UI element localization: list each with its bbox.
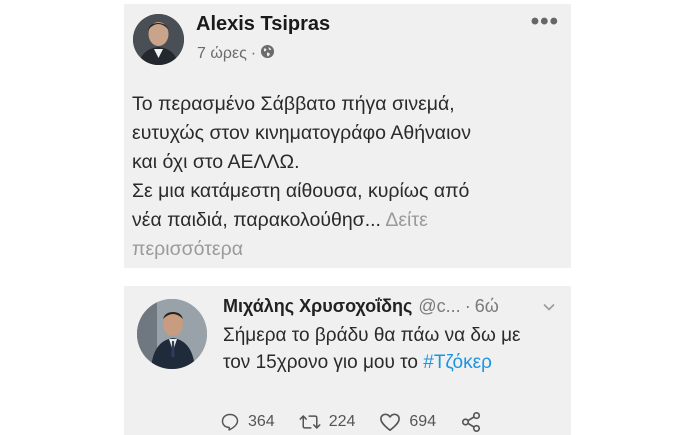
tweet-author-handle[interactable]: @c...: [418, 296, 460, 317]
retweet-icon: [299, 412, 321, 432]
tweet-card: Μιχάλης Χρυσοχοΐδης @c... · 6ώ Σήμερα το…: [124, 286, 571, 435]
post-body-line: ευτυχώς στον κινηματογράφο Αθήναιον: [132, 122, 472, 144]
tweet-time[interactable]: 6ώ: [475, 296, 499, 317]
reply-button[interactable]: 364: [220, 412, 275, 432]
reply-count: 364: [248, 413, 275, 430]
post-body-line: και όχι στο ΑΕΛΛΩ.: [132, 151, 300, 173]
retweet-button[interactable]: 224: [299, 412, 356, 432]
share-icon: [460, 411, 482, 433]
post-meta: 7 ώρες ·: [197, 44, 275, 64]
like-count: 694: [409, 413, 437, 430]
post-author-name[interactable]: Alexis Tsipras: [196, 13, 330, 36]
tweet-text: Σήμερα το βράδυ θα πάω να δω με τον 15χρ…: [223, 322, 563, 376]
heart-icon: [379, 412, 401, 432]
author-avatar[interactable]: [133, 14, 184, 65]
post-body-line-last: νέα παιδιά, παρακολούθησ... Δείτε: [132, 206, 562, 235]
reply-icon: [220, 412, 240, 432]
tweet-actions: 364 224 694: [220, 411, 506, 433]
tweet-separator: ·: [464, 296, 471, 316]
tweet-author-name[interactable]: Μιχάλης Χρυσοχοΐδης: [223, 296, 412, 317]
post-body-text: νέα παιδιά, παρακολούθησ...: [132, 209, 381, 231]
globe-icon: [260, 44, 275, 64]
post-body-line: Το περασμένο Σάββατο πήγα σινεμά,: [132, 93, 455, 115]
chevron-down-icon[interactable]: [543, 300, 555, 312]
tweet-text-line: τον 15χρονο γιο μου το #Τζόκερ: [223, 349, 563, 376]
see-more-link-continued[interactable]: περισσότερα: [132, 235, 562, 264]
post-time[interactable]: 7 ώρες: [197, 45, 247, 63]
retweet-count: 224: [328, 413, 356, 430]
tweet-text-prefix: τον 15χρονο γιο μου το: [223, 352, 424, 373]
tweet-text-line: Σήμερα το βράδυ θα πάω να δω με: [223, 325, 521, 346]
hashtag-link[interactable]: #Τζόκερ: [423, 352, 492, 373]
tweet-author-avatar[interactable]: [137, 299, 207, 369]
like-button[interactable]: 694: [379, 412, 436, 432]
post-body: Το περασμένο Σάββατο πήγα σινεμά, ευτυχώ…: [132, 90, 562, 264]
see-more-link[interactable]: Δείτε: [385, 209, 427, 231]
more-options-icon[interactable]: •••: [531, 8, 559, 36]
post-body-line: Σε μια κατάμεστη αίθουσα, κυρίως από: [132, 180, 470, 202]
facebook-post-card: Alexis Tsipras 7 ώρες · ••• Το περασμένο…: [124, 4, 571, 268]
meta-separator: ·: [250, 45, 257, 62]
tweet-header: Μιχάλης Χρυσοχοΐδης @c... · 6ώ: [223, 296, 499, 317]
share-button[interactable]: [460, 411, 482, 433]
